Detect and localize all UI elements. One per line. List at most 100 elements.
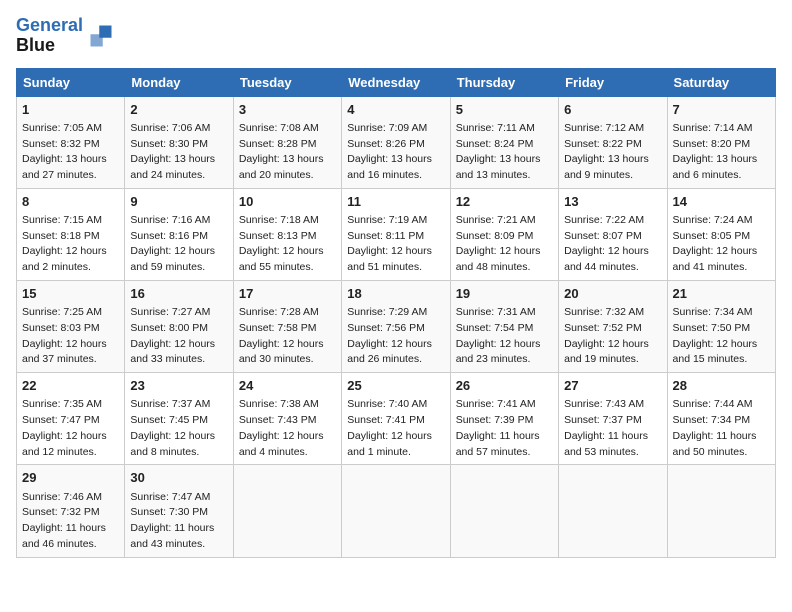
day-number: 11 bbox=[347, 193, 444, 211]
logo-icon bbox=[87, 22, 115, 50]
day-number: 28 bbox=[673, 377, 770, 395]
day-detail: Sunrise: 7:27 AMSunset: 8:00 PMDaylight:… bbox=[130, 306, 215, 365]
day-number: 5 bbox=[456, 101, 553, 119]
day-detail: Sunrise: 7:14 AMSunset: 8:20 PMDaylight:… bbox=[673, 122, 758, 181]
calendar-cell: 22 Sunrise: 7:35 AMSunset: 7:47 PMDayligh… bbox=[17, 373, 125, 465]
calendar-cell: 15Sunrise: 7:25 AMSunset: 8:03 PMDayligh… bbox=[17, 280, 125, 372]
calendar-cell: 5 Sunrise: 7:11 AMSunset: 8:24 PMDaylight… bbox=[450, 96, 558, 188]
calendar-week-5: 29 Sunrise: 7:46 AMSunset: 7:32 PMDayligh… bbox=[17, 465, 776, 557]
calendar-cell: 8Sunrise: 7:15 AMSunset: 8:18 PMDaylight… bbox=[17, 188, 125, 280]
calendar-cell bbox=[342, 465, 450, 557]
day-detail: Sunrise: 7:08 AMSunset: 8:28 PMDaylight:… bbox=[239, 122, 324, 181]
calendar-cell bbox=[667, 465, 775, 557]
day-number: 16 bbox=[130, 285, 227, 303]
weekday-header-saturday: Saturday bbox=[667, 68, 775, 96]
calendar-cell: 3 Sunrise: 7:08 AMSunset: 8:28 PMDaylight… bbox=[233, 96, 341, 188]
day-number: 17 bbox=[239, 285, 336, 303]
calendar-cell: 25 Sunrise: 7:40 AMSunset: 7:41 PMDayligh… bbox=[342, 373, 450, 465]
day-detail: Sunrise: 7:09 AMSunset: 8:26 PMDaylight:… bbox=[347, 122, 432, 181]
day-number: 4 bbox=[347, 101, 444, 119]
day-detail: Sunrise: 7:46 AMSunset: 7:32 PMDaylight:… bbox=[22, 491, 106, 550]
day-number: 13 bbox=[564, 193, 661, 211]
day-detail: Sunrise: 7:24 AMSunset: 8:05 PMDaylight:… bbox=[673, 214, 758, 273]
day-detail: Sunrise: 7:32 AMSunset: 7:52 PMDaylight:… bbox=[564, 306, 649, 365]
day-number: 23 bbox=[130, 377, 227, 395]
calendar-cell bbox=[559, 465, 667, 557]
day-number: 9 bbox=[130, 193, 227, 211]
day-number: 24 bbox=[239, 377, 336, 395]
calendar-table: SundayMondayTuesdayWednesdayThursdayFrid… bbox=[16, 68, 776, 558]
calendar-cell: 13 Sunrise: 7:22 AMSunset: 8:07 PMDayligh… bbox=[559, 188, 667, 280]
day-number: 29 bbox=[22, 469, 119, 487]
day-detail: Sunrise: 7:44 AMSunset: 7:34 PMDaylight:… bbox=[673, 398, 757, 457]
calendar-cell: 11 Sunrise: 7:19 AMSunset: 8:11 PMDayligh… bbox=[342, 188, 450, 280]
calendar-cell: 17 Sunrise: 7:28 AMSunset: 7:58 PMDayligh… bbox=[233, 280, 341, 372]
weekday-header-tuesday: Tuesday bbox=[233, 68, 341, 96]
calendar-cell: 26 Sunrise: 7:41 AMSunset: 7:39 PMDayligh… bbox=[450, 373, 558, 465]
weekday-header-monday: Monday bbox=[125, 68, 233, 96]
day-number: 26 bbox=[456, 377, 553, 395]
day-number: 27 bbox=[564, 377, 661, 395]
calendar-cell: 20 Sunrise: 7:32 AMSunset: 7:52 PMDayligh… bbox=[559, 280, 667, 372]
calendar-cell: 10 Sunrise: 7:18 AMSunset: 8:13 PMDayligh… bbox=[233, 188, 341, 280]
day-detail: Sunrise: 7:06 AMSunset: 8:30 PMDaylight:… bbox=[130, 122, 215, 181]
calendar-cell: 7 Sunrise: 7:14 AMSunset: 8:20 PMDaylight… bbox=[667, 96, 775, 188]
calendar-cell bbox=[233, 465, 341, 557]
day-number: 3 bbox=[239, 101, 336, 119]
day-detail: Sunrise: 7:35 AMSunset: 7:47 PMDaylight:… bbox=[22, 398, 107, 457]
day-detail: Sunrise: 7:47 AMSunset: 7:30 PMDaylight:… bbox=[130, 491, 214, 550]
calendar-cell: 18Sunrise: 7:29 AMSunset: 7:56 PMDayligh… bbox=[342, 280, 450, 372]
calendar-week-3: 15Sunrise: 7:25 AMSunset: 8:03 PMDayligh… bbox=[17, 280, 776, 372]
calendar-cell: 29 Sunrise: 7:46 AMSunset: 7:32 PMDayligh… bbox=[17, 465, 125, 557]
logo: General Blue bbox=[16, 16, 115, 56]
calendar-week-4: 22 Sunrise: 7:35 AMSunset: 7:47 PMDayligh… bbox=[17, 373, 776, 465]
day-number: 14 bbox=[673, 193, 770, 211]
weekday-header-friday: Friday bbox=[559, 68, 667, 96]
page-header: General Blue bbox=[16, 16, 776, 56]
calendar-week-2: 8Sunrise: 7:15 AMSunset: 8:18 PMDaylight… bbox=[17, 188, 776, 280]
day-detail: Sunrise: 7:19 AMSunset: 8:11 PMDaylight:… bbox=[347, 214, 432, 273]
calendar-cell: 12 Sunrise: 7:21 AMSunset: 8:09 PMDayligh… bbox=[450, 188, 558, 280]
day-number: 2 bbox=[130, 101, 227, 119]
day-detail: Sunrise: 7:05 AMSunset: 8:32 PMDaylight:… bbox=[22, 122, 107, 181]
day-number: 25 bbox=[347, 377, 444, 395]
day-detail: Sunrise: 7:31 AMSunset: 7:54 PMDaylight:… bbox=[456, 306, 541, 365]
calendar-cell: 16 Sunrise: 7:27 AMSunset: 8:00 PMDayligh… bbox=[125, 280, 233, 372]
day-number: 7 bbox=[673, 101, 770, 119]
day-detail: Sunrise: 7:12 AMSunset: 8:22 PMDaylight:… bbox=[564, 122, 649, 181]
day-number: 10 bbox=[239, 193, 336, 211]
day-number: 22 bbox=[22, 377, 119, 395]
calendar-cell: 14 Sunrise: 7:24 AMSunset: 8:05 PMDayligh… bbox=[667, 188, 775, 280]
calendar-cell: 1 Sunrise: 7:05 AMSunset: 8:32 PMDaylight… bbox=[17, 96, 125, 188]
weekday-header-sunday: Sunday bbox=[17, 68, 125, 96]
calendar-cell: 24 Sunrise: 7:38 AMSunset: 7:43 PMDayligh… bbox=[233, 373, 341, 465]
day-detail: Sunrise: 7:16 AMSunset: 8:16 PMDaylight:… bbox=[130, 214, 215, 273]
day-number: 12 bbox=[456, 193, 553, 211]
day-number: 19 bbox=[456, 285, 553, 303]
day-detail: Sunrise: 7:40 AMSunset: 7:41 PMDaylight:… bbox=[347, 398, 432, 457]
day-detail: Sunrise: 7:37 AMSunset: 7:45 PMDaylight:… bbox=[130, 398, 215, 457]
day-number: 20 bbox=[564, 285, 661, 303]
calendar-cell: 23 Sunrise: 7:37 AMSunset: 7:45 PMDayligh… bbox=[125, 373, 233, 465]
day-detail: Sunrise: 7:43 AMSunset: 7:37 PMDaylight:… bbox=[564, 398, 648, 457]
day-detail: Sunrise: 7:34 AMSunset: 7:50 PMDaylight:… bbox=[673, 306, 758, 365]
day-number: 8 bbox=[22, 193, 119, 211]
day-detail: Sunrise: 7:28 AMSunset: 7:58 PMDaylight:… bbox=[239, 306, 324, 365]
calendar-cell: 2 Sunrise: 7:06 AMSunset: 8:30 PMDaylight… bbox=[125, 96, 233, 188]
day-number: 18 bbox=[347, 285, 444, 303]
calendar-cell: 9 Sunrise: 7:16 AMSunset: 8:16 PMDaylight… bbox=[125, 188, 233, 280]
day-detail: Sunrise: 7:22 AMSunset: 8:07 PMDaylight:… bbox=[564, 214, 649, 273]
day-detail: Sunrise: 7:18 AMSunset: 8:13 PMDaylight:… bbox=[239, 214, 324, 273]
calendar-cell: 4 Sunrise: 7:09 AMSunset: 8:26 PMDaylight… bbox=[342, 96, 450, 188]
day-detail: Sunrise: 7:38 AMSunset: 7:43 PMDaylight:… bbox=[239, 398, 324, 457]
calendar-cell: 28 Sunrise: 7:44 AMSunset: 7:34 PMDayligh… bbox=[667, 373, 775, 465]
day-number: 6 bbox=[564, 101, 661, 119]
day-detail: Sunrise: 7:11 AMSunset: 8:24 PMDaylight:… bbox=[456, 122, 541, 181]
day-detail: Sunrise: 7:41 AMSunset: 7:39 PMDaylight:… bbox=[456, 398, 540, 457]
calendar-cell: 6 Sunrise: 7:12 AMSunset: 8:22 PMDaylight… bbox=[559, 96, 667, 188]
weekday-header-wednesday: Wednesday bbox=[342, 68, 450, 96]
calendar-cell bbox=[450, 465, 558, 557]
day-detail: Sunrise: 7:21 AMSunset: 8:09 PMDaylight:… bbox=[456, 214, 541, 273]
weekday-header-thursday: Thursday bbox=[450, 68, 558, 96]
day-number: 1 bbox=[22, 101, 119, 119]
